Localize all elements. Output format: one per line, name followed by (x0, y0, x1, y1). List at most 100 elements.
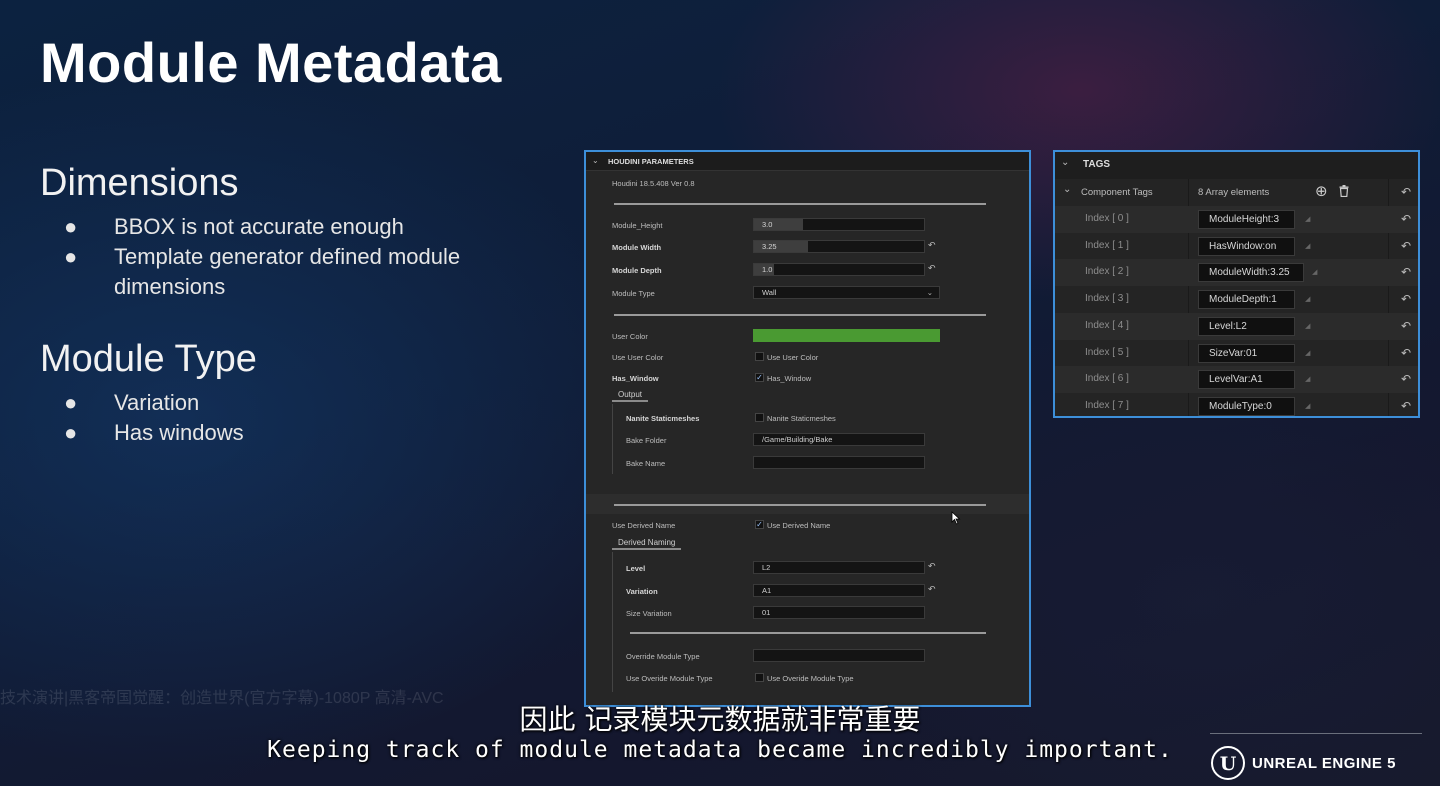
nanite-check-label: Nanite Staticmeshes (767, 414, 836, 423)
tag-row: Index [ 2 ] ModuleWidth:3.25 ◢ ↶ (1055, 259, 1418, 287)
resize-handle-icon[interactable]: ◢ (1305, 349, 1310, 357)
bullet-item: ● Has windows (64, 418, 244, 448)
unreal-engine-logo: U UNREAL ENGINE 5 (1210, 745, 1420, 781)
level-label: Level (626, 564, 646, 573)
override-module-type-label: Override Module Type (626, 652, 700, 661)
tags-header[interactable]: ⌄ TAGS (1055, 152, 1418, 179)
resize-handle-icon[interactable]: ◢ (1305, 295, 1310, 303)
bullet-dot: ● (64, 390, 78, 415)
resize-handle-icon[interactable]: ◢ (1305, 242, 1310, 250)
user-color-swatch[interactable] (753, 329, 940, 342)
tag-value-field[interactable]: SizeVar:01 (1198, 343, 1295, 363)
houdini-panel-title: HOUDINI PARAMETERS (608, 157, 694, 166)
tag-row: Index [ 4 ] Level:L2 ◢ ↶ (1055, 312, 1418, 340)
module-depth-label: Module Depth (612, 266, 662, 275)
resize-handle-icon[interactable]: ◢ (1312, 268, 1317, 276)
tag-value-field[interactable]: LevelVar:A1 (1198, 370, 1295, 390)
tags-title: TAGS (1083, 159, 1111, 170)
use-derived-name-checkbox[interactable]: ✓ (755, 520, 764, 529)
reset-icon[interactable]: ↶ (1401, 372, 1411, 386)
mouse-cursor-icon (951, 511, 961, 525)
tag-value-field[interactable]: ModuleWidth:3.25 (1198, 263, 1304, 283)
reset-icon[interactable]: ↶ (1401, 265, 1411, 279)
reset-icon[interactable]: ↶ (1401, 292, 1411, 306)
chevron-down-icon[interactable]: ⌄ (592, 156, 599, 165)
tag-index: Index [ 3 ] (1085, 293, 1129, 305)
override-module-type-field[interactable] (753, 649, 925, 662)
bullet-item: ● Variation (64, 388, 244, 418)
use-user-color-checkbox[interactable] (755, 352, 764, 361)
resize-handle-icon[interactable]: ◢ (1305, 375, 1310, 383)
resize-handle-icon[interactable]: ◢ (1305, 322, 1310, 330)
use-override-module-type-check-label: Use Overide Module Type (767, 674, 854, 683)
chevron-down-icon: ⌄ (926, 288, 933, 297)
tag-row: Index [ 7 ] ModuleType:0 ◢ ↶ (1055, 393, 1418, 416)
bullet-item: ● BBOX is not accurate enough (64, 212, 460, 242)
reset-icon[interactable]: ↶ (1401, 212, 1411, 226)
add-element-icon[interactable]: ⊕ (1315, 182, 1328, 200)
tag-index: Index [ 2 ] (1085, 266, 1129, 278)
tag-index: Index [ 0 ] (1085, 213, 1129, 224)
chevron-down-icon[interactable]: ⌄ (1063, 184, 1071, 195)
component-tags-row: ⌄ Component Tags 8 Array elements ⊕ ↶ (1055, 179, 1418, 206)
tag-index: Index [ 4 ] (1085, 319, 1129, 331)
use-override-module-type-checkbox[interactable] (755, 673, 764, 682)
slide-title: Module Metadata (40, 31, 502, 94)
reset-icon[interactable]: ↶ (1401, 346, 1411, 360)
module-type-dropdown[interactable]: Wall ⌄ (753, 286, 940, 299)
tag-index: Index [ 6 ] (1085, 373, 1129, 385)
reset-icon[interactable]: ↶ (928, 584, 936, 595)
reset-icon[interactable]: ↶ (1401, 239, 1411, 253)
size-variation-label: Size Variation (626, 609, 672, 618)
reset-icon[interactable]: ↶ (928, 263, 936, 274)
size-variation-field[interactable]: 01 (753, 606, 925, 619)
tag-value-field[interactable]: ModuleHeight:3 (1198, 210, 1295, 229)
tag-row: Index [ 5 ] SizeVar:01 ◢ ↶ (1055, 340, 1418, 367)
subtitle-chinese: 因此 记录模块元数据就非常重要 (519, 703, 921, 736)
resize-handle-icon[interactable]: ◢ (1305, 215, 1310, 223)
variation-label: Variation (626, 587, 658, 596)
has-window-check-label: Has_Window (767, 374, 812, 383)
user-color-label: User Color (612, 332, 648, 341)
bake-name-field[interactable] (753, 456, 925, 469)
bake-folder-field[interactable]: /Game/Building/Bake (753, 433, 925, 446)
tag-value-field[interactable]: HasWindow:on (1198, 236, 1295, 256)
separator (630, 632, 986, 634)
has-window-checkbox[interactable]: ✓ (755, 373, 764, 382)
delete-icon[interactable] (1339, 185, 1349, 197)
reset-icon[interactable]: ↶ (928, 240, 936, 251)
resize-handle-icon[interactable]: ◢ (1305, 402, 1310, 410)
brand-divider (1210, 733, 1422, 734)
bullet-item: ● Template generator defined module (64, 242, 460, 272)
module-type-heading: Module Type (40, 338, 257, 380)
nanite-checkbox[interactable] (755, 413, 764, 422)
tag-value-field[interactable]: ModuleType:0 (1198, 396, 1295, 416)
module-type-label: Module Type (612, 289, 655, 298)
separator (614, 504, 986, 506)
dimensions-heading: Dimensions (40, 162, 239, 204)
reset-icon[interactable]: ↶ (928, 561, 936, 572)
derived-naming-group-tab[interactable]: Derived Naming (612, 538, 682, 550)
module-width-slider[interactable]: 3.25 (753, 240, 925, 253)
use-derived-name-check-label: Use Derived Name (767, 521, 831, 530)
tag-index: Index [ 5 ] (1085, 346, 1129, 358)
tag-value-field[interactable]: ModuleDepth:1 (1198, 290, 1295, 310)
reset-icon[interactable]: ↶ (1401, 399, 1411, 413)
variation-field[interactable]: A1 (753, 584, 925, 597)
use-user-color-label: Use User Color (612, 353, 664, 362)
reset-icon[interactable]: ↶ (1401, 319, 1411, 333)
level-field[interactable]: L2 (753, 561, 925, 574)
module-height-slider[interactable]: 3.0 (753, 218, 925, 231)
reset-icon[interactable]: ↶ (1401, 185, 1411, 199)
tag-index: Index [ 7 ] (1085, 399, 1129, 411)
module-depth-slider[interactable]: 1.0 (753, 263, 925, 276)
brand-name: UNREAL ENGINE 5 (1252, 755, 1396, 772)
component-tags-label: Component Tags (1081, 187, 1153, 198)
group-indent-line (612, 404, 613, 474)
array-count: 8 Array elements (1198, 187, 1270, 198)
houdini-panel-header[interactable]: ⌄ HOUDINI PARAMETERS (586, 152, 1029, 171)
chevron-down-icon[interactable]: ⌄ (1061, 157, 1069, 168)
output-group-tab[interactable]: Output (612, 390, 649, 402)
dimensions-bullet-list: ● BBOX is not accurate enough ● Template g… (64, 212, 460, 302)
tag-value-field[interactable]: Level:L2 (1198, 316, 1295, 336)
